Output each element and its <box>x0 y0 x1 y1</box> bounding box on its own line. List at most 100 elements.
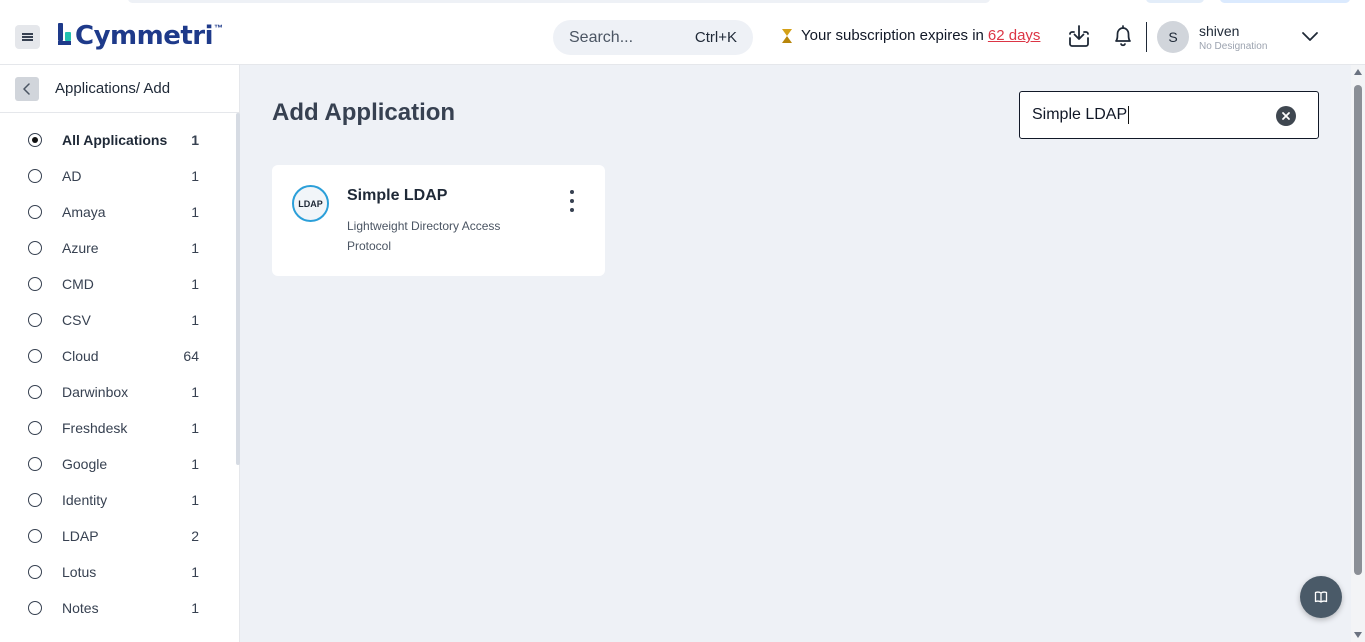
application-title: Simple LDAP <box>347 187 448 204</box>
category-label: AD <box>62 168 82 184</box>
category-item-cmd[interactable]: CMD 1 <box>0 266 236 302</box>
radio-icon[interactable] <box>28 421 42 435</box>
category-count: 1 <box>191 384 199 400</box>
brand-name: Cymmetri <box>75 21 214 51</box>
category-count: 1 <box>191 168 199 184</box>
book-icon <box>1314 591 1328 603</box>
scroll-down-arrow-icon[interactable] <box>1354 632 1362 638</box>
radio-icon[interactable] <box>28 493 42 507</box>
card-options-button[interactable] <box>564 190 580 212</box>
top-header: Cymmetri ™ Search... Ctrl+K Your subscri… <box>0 9 1365 65</box>
category-item-google[interactable]: Google 1 <box>0 446 236 482</box>
category-item-amaya[interactable]: Amaya 1 <box>0 194 236 230</box>
notifications-button[interactable] <box>1110 23 1136 49</box>
back-button[interactable] <box>15 76 39 101</box>
category-count: 2 <box>191 528 199 544</box>
application-card[interactable]: LDAP Simple LDAP Lightweight Directory A… <box>272 165 605 276</box>
category-label: Notes <box>62 600 99 616</box>
radio-icon[interactable] <box>28 457 42 471</box>
category-item-identity[interactable]: Identity 1 <box>0 482 236 518</box>
application-search-input[interactable]: Simple LDAP <box>1019 91 1319 139</box>
application-description: Lightweight Directory Access Protocol <box>347 219 501 253</box>
category-list: All Applications 1 AD 1 Amaya 1 Azure 1 … <box>0 122 236 626</box>
radio-icon[interactable] <box>28 205 42 219</box>
category-item-azure[interactable]: Azure 1 <box>0 230 236 266</box>
radio-icon[interactable] <box>28 529 42 543</box>
trademark: ™ <box>214 23 224 33</box>
close-icon <box>1282 112 1290 120</box>
subscription-notice: Your subscription expires in 62 days <box>781 27 1040 44</box>
ldap-logo: LDAP <box>292 185 329 222</box>
category-item-ad[interactable]: AD 1 <box>0 158 236 194</box>
category-item-all-applications[interactable]: All Applications 1 <box>0 122 236 158</box>
download-button[interactable] <box>1066 23 1092 49</box>
brand-logo[interactable]: Cymmetri ™ <box>58 19 223 53</box>
category-label: Freshdesk <box>62 420 128 436</box>
category-count: 1 <box>191 276 199 292</box>
scroll-up-arrow-icon[interactable] <box>1354 69 1362 75</box>
hourglass-icon <box>781 28 793 44</box>
chevron-left-icon <box>23 82 30 95</box>
kebab-menu-icon <box>570 190 574 194</box>
user-name[interactable]: shiven <box>1199 23 1239 39</box>
radio-icon[interactable] <box>28 565 42 579</box>
search-placeholder: Search... <box>569 28 634 46</box>
category-item-darwinbox[interactable]: Darwinbox 1 <box>0 374 236 410</box>
category-label: Azure <box>62 240 99 256</box>
page-title: Add Application <box>272 99 456 126</box>
category-count: 1 <box>191 420 199 436</box>
radio-icon[interactable] <box>28 313 42 327</box>
logo-mark-icon <box>58 23 72 49</box>
category-label: Darwinbox <box>62 384 129 400</box>
category-count: 1 <box>191 204 199 220</box>
radio-icon[interactable] <box>28 277 42 291</box>
radio-icon[interactable] <box>28 385 42 399</box>
category-item-notes[interactable]: Notes 1 <box>0 590 236 626</box>
radio-icon[interactable] <box>28 601 42 615</box>
category-count: 1 <box>191 132 199 148</box>
user-menu-toggle[interactable] <box>1300 29 1320 43</box>
sidebar-scrollbar[interactable] <box>236 113 240 465</box>
bell-icon <box>1115 25 1131 47</box>
category-label: CMD <box>62 276 94 292</box>
category-item-csv[interactable]: CSV 1 <box>0 302 236 338</box>
application-search-value: Simple LDAP <box>1032 106 1128 123</box>
category-label: Identity <box>62 492 108 508</box>
radio-icon[interactable] <box>28 349 42 363</box>
global-search-input[interactable]: Search... Ctrl+K <box>553 20 753 55</box>
category-count: 1 <box>191 240 199 256</box>
category-item-ldap[interactable]: LDAP 2 <box>0 518 236 554</box>
chevron-down-icon <box>1302 32 1318 41</box>
category-item-freshdesk[interactable]: Freshdesk 1 <box>0 410 236 446</box>
category-label: Google <box>62 456 108 472</box>
download-icon <box>1069 25 1089 47</box>
category-count: 1 <box>191 312 199 328</box>
avatar[interactable]: S <box>1157 21 1189 53</box>
radio-icon[interactable] <box>28 169 42 183</box>
category-count: 64 <box>183 348 199 364</box>
breadcrumb-title: Applications/ Add <box>55 80 171 97</box>
browser-top-strip <box>0 0 1365 9</box>
category-label: All Applications <box>62 132 168 148</box>
category-count: 1 <box>191 564 199 580</box>
radio-icon[interactable] <box>28 241 42 255</box>
header-divider <box>1146 22 1147 52</box>
help-docs-button[interactable] <box>1300 576 1342 618</box>
subscription-days-link[interactable]: 62 days <box>988 27 1041 44</box>
category-label: Amaya <box>62 204 106 220</box>
category-label: Lotus <box>62 564 97 580</box>
scrollbar-thumb[interactable] <box>1354 85 1362 575</box>
category-item-cloud[interactable]: Cloud 64 <box>0 338 236 374</box>
radio-selected-icon[interactable] <box>28 133 42 147</box>
clear-search-button[interactable] <box>1276 106 1296 126</box>
search-shortcut-hint: Ctrl+K <box>694 29 737 46</box>
text-caret <box>1128 106 1130 124</box>
subscription-text: Your subscription expires in <box>801 27 984 44</box>
page-scrollbar[interactable] <box>1351 65 1365 642</box>
category-item-lotus[interactable]: Lotus 1 <box>0 554 236 590</box>
user-designation: No Designation <box>1199 41 1268 52</box>
category-label: LDAP <box>62 528 99 544</box>
category-sidebar: Applications/ Add All Applications 1 AD … <box>0 65 240 642</box>
hamburger-menu-button[interactable] <box>15 25 40 49</box>
category-count: 1 <box>191 600 199 616</box>
